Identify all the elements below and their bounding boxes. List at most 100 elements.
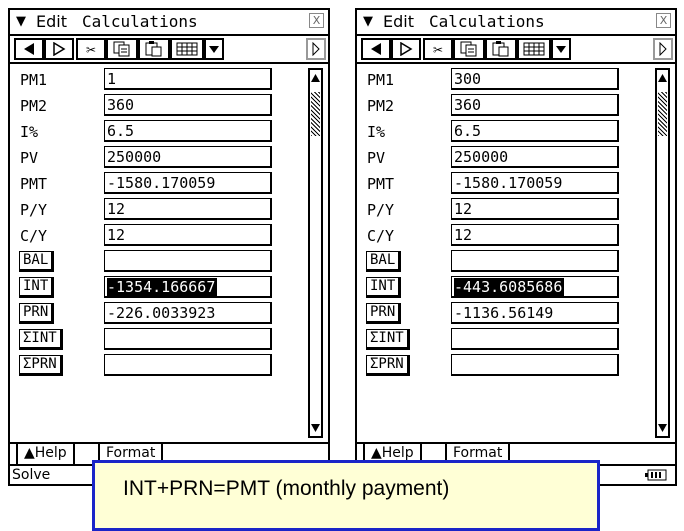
scroll-down-icon[interactable] [310, 422, 321, 434]
label-pv: PV [20, 149, 39, 167]
row-pv: PV 250000 [10, 146, 308, 170]
field-pm1[interactable]: 1 [104, 68, 272, 90]
menu-chevron-icon[interactable]: ▼ [16, 14, 26, 29]
field-pmt[interactable]: -1580.170059 [451, 172, 619, 194]
sigma-prn-button[interactable]: ΣPRN [366, 355, 410, 376]
label-cy: C/Y [20, 227, 48, 245]
play-icon[interactable] [391, 38, 421, 60]
table-icon[interactable] [170, 38, 204, 60]
int-button[interactable]: INT [19, 277, 55, 298]
copy-icon[interactable] [106, 38, 138, 60]
edit-menu[interactable]: Edit [36, 12, 67, 31]
prn-button[interactable]: PRN [366, 303, 402, 324]
field-prn[interactable]: -1136.56149 [451, 302, 619, 324]
label-pmt: PMT [20, 175, 48, 193]
scroll-up-icon[interactable] [310, 72, 321, 84]
close-icon[interactable]: X [309, 13, 324, 28]
row-interest: I% 6.5 [10, 120, 308, 144]
edit-menu[interactable]: Edit [383, 12, 414, 31]
back-arrow-icon[interactable] [361, 38, 391, 60]
field-cy[interactable]: 12 [451, 224, 619, 246]
row-sigma-int: ΣINT [357, 328, 655, 352]
field-pm2[interactable]: 360 [104, 94, 272, 116]
scroll-down-icon[interactable] [657, 422, 668, 434]
row-cy: C/Y 12 [10, 224, 308, 248]
dropdown-icon[interactable] [204, 38, 224, 60]
play-icon[interactable] [44, 38, 74, 60]
paste-icon[interactable] [485, 38, 517, 60]
menu-bar: ▼ Edit Calculations X [10, 10, 328, 36]
prn-button[interactable]: PRN [19, 303, 55, 324]
row-prn: PRN -226.0033923 [10, 302, 308, 326]
cut-icon[interactable]: ✂ [76, 38, 106, 60]
field-prn[interactable]: -226.0033923 [104, 302, 272, 324]
scroll-thumb[interactable] [311, 92, 320, 136]
label-py: P/Y [367, 201, 395, 219]
field-pv[interactable]: 250000 [104, 146, 272, 168]
scroll-thumb[interactable] [658, 92, 667, 136]
field-pmt[interactable]: -1580.170059 [104, 172, 272, 194]
scroll-right-icon[interactable] [653, 38, 673, 60]
field-pv[interactable]: 250000 [451, 146, 619, 168]
toolbar: ✂ [357, 36, 675, 64]
field-bal[interactable] [104, 250, 272, 272]
paste-icon[interactable] [138, 38, 170, 60]
sigma-int-button[interactable]: ΣINT [19, 329, 63, 350]
table-icon[interactable] [517, 38, 551, 60]
field-int-selected-value: -443.6085686 [454, 278, 565, 296]
row-pm1: PM1 1 [10, 68, 308, 92]
menu-chevron-icon[interactable]: ▼ [363, 14, 373, 29]
tab-help[interactable]: ▲Help [16, 444, 75, 466]
left-calc-window: ▼ Edit Calculations X ✂ PM1 1 PM2 360 I% 6.… [8, 8, 330, 486]
field-py[interactable]: 12 [451, 198, 619, 220]
close-icon[interactable]: X [656, 13, 671, 28]
vertical-scrollbar[interactable] [308, 68, 323, 438]
dropdown-icon[interactable] [551, 38, 571, 60]
field-interest[interactable]: 6.5 [451, 120, 619, 142]
field-sigma-int[interactable] [104, 328, 272, 350]
field-sigma-int[interactable] [451, 328, 619, 350]
field-py[interactable]: 12 [104, 198, 272, 220]
row-sigma-prn: ΣPRN [10, 354, 308, 378]
field-pm2[interactable]: 360 [451, 94, 619, 116]
label-interest: I% [20, 123, 39, 141]
field-cy[interactable]: 12 [104, 224, 272, 246]
field-pm1[interactable]: 300 [451, 68, 619, 90]
int-button[interactable]: INT [366, 277, 402, 298]
row-py: P/Y 12 [10, 198, 308, 222]
row-pm2: PM2 360 [357, 94, 655, 118]
row-sigma-int: ΣINT [10, 328, 308, 352]
field-sigma-prn[interactable] [451, 354, 619, 376]
field-int[interactable]: -443.6085686 [451, 276, 619, 298]
toolbar: ✂ [10, 36, 328, 64]
back-arrow-icon[interactable] [14, 38, 44, 60]
row-pv: PV 250000 [357, 146, 655, 170]
label-pmt: PMT [367, 175, 395, 193]
label-pv: PV [367, 149, 386, 167]
field-sigma-prn[interactable] [104, 354, 272, 376]
bal-button[interactable]: BAL [19, 251, 55, 272]
label-pm2: PM2 [20, 97, 48, 115]
label-cy: C/Y [367, 227, 395, 245]
calculations-menu[interactable]: Calculations [82, 12, 198, 31]
field-bal[interactable] [451, 250, 619, 272]
field-interest[interactable]: 6.5 [104, 120, 272, 142]
scroll-right-icon[interactable] [306, 38, 326, 60]
cut-icon[interactable]: ✂ [423, 38, 453, 60]
bal-button[interactable]: BAL [366, 251, 402, 272]
row-sigma-prn: ΣPRN [357, 354, 655, 378]
row-bal: BAL [357, 250, 655, 274]
label-pm2: PM2 [367, 97, 395, 115]
sigma-prn-button[interactable]: ΣPRN [19, 355, 63, 376]
scroll-up-icon[interactable] [657, 72, 668, 84]
sigma-int-button[interactable]: ΣINT [366, 329, 410, 350]
field-int[interactable]: -1354.166667 [104, 276, 272, 298]
vertical-scrollbar[interactable] [655, 68, 670, 438]
label-pm1: PM1 [20, 71, 48, 89]
row-int: INT -443.6085686 [357, 276, 655, 300]
battery-icon [645, 469, 667, 485]
calculations-menu[interactable]: Calculations [429, 12, 545, 31]
row-int: INT -1354.166667 [10, 276, 308, 300]
copy-icon[interactable] [453, 38, 485, 60]
row-pm1: PM1 300 [357, 68, 655, 92]
